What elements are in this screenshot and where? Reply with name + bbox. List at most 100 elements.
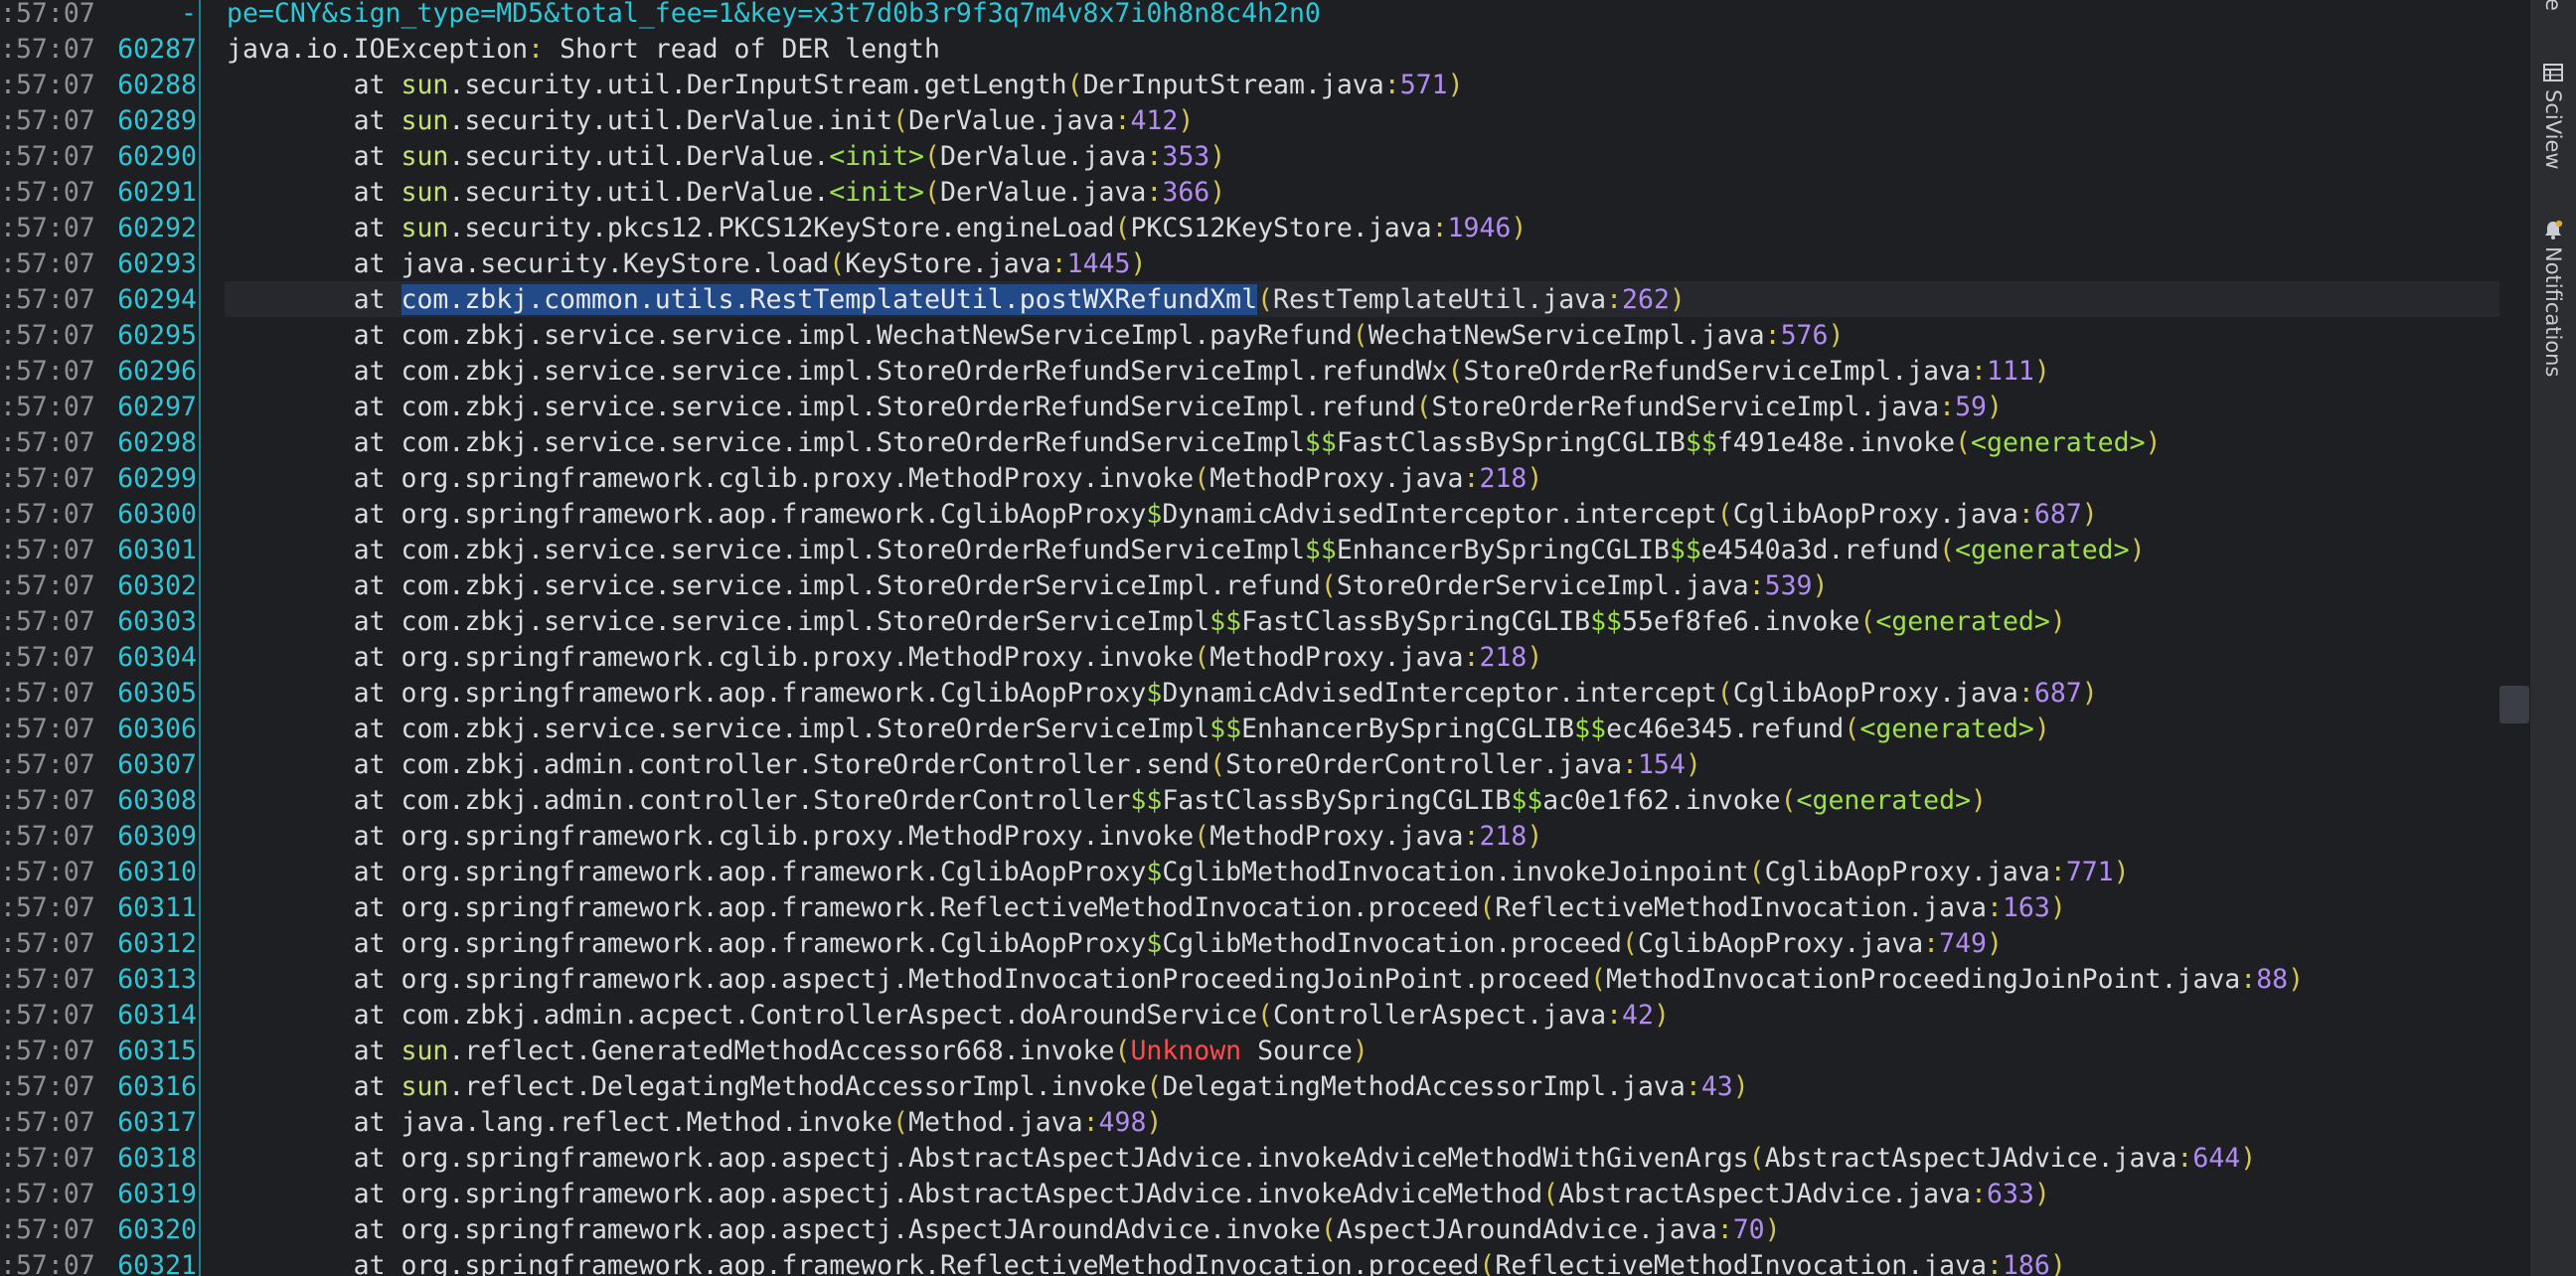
log-line[interactable]: :57:07] 60299 at org.springframework.cgli… <box>0 460 2529 496</box>
line-number: 60309 <box>117 820 197 852</box>
log-token: ( <box>1859 605 1876 637</box>
sciview-label: SciView <box>2541 89 2565 170</box>
log-token: ( <box>1066 69 1083 100</box>
log-line-text: at com.zbkj.service.service.impl.WechatN… <box>225 317 2499 353</box>
tool-window-fragment[interactable]: e <box>2530 0 2576 11</box>
log-line[interactable]: :57:07] - pe=CNY&sign_type=MD5&total_fee=1… <box>0 0 2529 31</box>
log-token: 412 <box>1130 104 1179 136</box>
log-line[interactable]: :57:07] 60297 at com.zbkj.service.service… <box>0 389 2529 424</box>
log-token: 353 <box>1162 140 1210 172</box>
log-token: ( <box>924 140 940 172</box>
log-timestamp: :57:07] <box>0 1249 99 1276</box>
log-token: 366 <box>1162 176 1210 208</box>
log-line[interactable]: :57:07] 60298 at com.zbkj.service.service… <box>0 424 2529 460</box>
log-line[interactable]: :57:07] 60316 at sun.reflect.DelegatingMe… <box>0 1068 2529 1104</box>
log-line[interactable]: :57:07] 60307 at com.zbkj.admin.controlle… <box>0 746 2529 782</box>
log-line[interactable]: :57:07] 60294 at com.zbkj.common.utils.Re… <box>0 281 2529 317</box>
log-token: at com.zbkj.admin.controller.StoreOrderC… <box>227 748 1210 780</box>
line-number: 60317 <box>117 1106 197 1138</box>
log-timestamp: :57:07] <box>0 247 99 279</box>
log-token: : <box>1939 391 1956 422</box>
line-number: 60300 <box>117 498 197 530</box>
line-number: 60305 <box>117 677 197 709</box>
log-line[interactable]: :57:07] 60304 at org.springframework.cgli… <box>0 639 2529 675</box>
log-token: ) <box>2081 498 2098 530</box>
log-token: ) <box>1986 391 2003 422</box>
log-console-editor[interactable]: :57:07] - pe=CNY&sign_type=MD5&total_fee=1… <box>0 0 2529 1276</box>
log-line-text: at sun .security.util.DerValue. <init>(Der… <box>225 174 2499 210</box>
log-timestamp: :57:07] <box>0 1106 99 1138</box>
log-token: at org.springframework.aop.framework.Ref… <box>227 891 1480 923</box>
log-line[interactable]: :57:07] 60317 at java.lang.reflect.Method… <box>0 1104 2529 1140</box>
log-line-text: at org.springframework.aop.aspectj.Aspec… <box>225 1211 2499 1247</box>
log-token: : <box>1986 891 2003 923</box>
log-line[interactable]: :57:07] 60288 at sun.security.util.DerInp… <box>0 67 2529 102</box>
log-token: ) <box>1732 1070 1749 1102</box>
log-token: .security.util.DerValue. <box>448 140 830 172</box>
log-line[interactable]: :57:07] 60314 at com.zbkj.admin.acpect.Co… <box>0 997 2529 1033</box>
log-line-text: at com.zbkj.service.service.impl.StoreOr… <box>225 603 2499 639</box>
log-line[interactable]: :57:07] 60311 at org.springframework.aop.… <box>0 889 2529 925</box>
log-token: at com.zbkj.service.service.impl.StoreOr… <box>227 355 1448 387</box>
log-line[interactable]: :57:07] 60306 at com.zbkj.service.service… <box>0 711 2529 746</box>
log-token: : <box>2017 677 2034 709</box>
log-line-text: at com.zbkj.common.utils.RestTemplateUti… <box>225 281 2499 317</box>
log-token: 43 <box>1700 1070 1733 1102</box>
log-line[interactable]: :57:07] 60291 at sun.security.util.DerVal… <box>0 174 2529 210</box>
log-line[interactable]: :57:07] 60303 at com.zbkj.service.service… <box>0 603 2529 639</box>
log-line[interactable]: :57:07] 60305 at org.springframework.aop.… <box>0 675 2529 711</box>
log-token: CglibAopProxy.java <box>1732 498 2018 530</box>
line-number: 60290 <box>117 140 197 172</box>
log-line[interactable]: :57:07] 60319 at org.springframework.aop.… <box>0 1176 2529 1211</box>
log-line[interactable]: :57:07] 60295 at com.zbkj.service.service… <box>0 317 2529 353</box>
log-line[interactable]: :57:07] 60301 at com.zbkj.service.service… <box>0 532 2529 567</box>
log-token: DynamicAdvisedInterceptor.intercept <box>1162 498 1717 530</box>
table-grid-icon <box>2543 64 2563 81</box>
log-token: : <box>1716 1213 1733 1245</box>
log-timestamp: :57:07] <box>0 784 99 816</box>
log-token: at org.springframework.cglib.proxy.Metho… <box>227 820 1195 852</box>
log-line[interactable]: :57:07] 60309 at org.springframework.cgli… <box>0 818 2529 854</box>
log-line[interactable]: :57:07] 60318 at org.springframework.aop.… <box>0 1140 2529 1176</box>
log-token: 218 <box>1479 462 1528 494</box>
log-token: at org.springframework.cglib.proxy.Metho… <box>227 641 1195 673</box>
log-line[interactable]: :57:07] 60312 at org.springframework.aop.… <box>0 925 2529 961</box>
log-line[interactable]: :57:07] 60292 at sun.security.pkcs12.PKCS… <box>0 210 2529 245</box>
notifications-label: Notifications <box>2541 246 2565 378</box>
log-token: at <box>227 212 402 243</box>
notifications-tool-button[interactable]: Notifications <box>2530 219 2576 377</box>
log-token: 687 <box>2033 677 2082 709</box>
log-line-text: at org.springframework.cglib.proxy.Metho… <box>225 460 2499 496</box>
log-line[interactable]: :57:07] 60293 at java.security.KeyStore.l… <box>0 245 2529 281</box>
log-token: ( <box>1479 1249 1496 1276</box>
log-line[interactable]: :57:07] 60300 at org.springframework.aop.… <box>0 496 2529 532</box>
log-token: $$ <box>1590 605 1623 637</box>
sciview-tool-button[interactable]: SciView <box>2530 62 2576 170</box>
line-number: 60306 <box>117 713 197 744</box>
log-line[interactable]: :57:07] 60320 at org.springframework.aop.… <box>0 1211 2529 1247</box>
log-line[interactable]: :57:07] 60313 at org.springframework.aop.… <box>0 961 2529 997</box>
log-token: ( <box>1146 1070 1163 1102</box>
selected-text: com.zbkj.common.utils.RestTemplateUtil.p… <box>401 283 1258 315</box>
log-line[interactable]: :57:07] 60310 at org.springframework.aop.… <box>0 854 2529 889</box>
log-line[interactable]: :57:07] 60296 at com.zbkj.service.service… <box>0 353 2529 389</box>
log-line[interactable]: :57:07] 60289 at sun.security.util.DerVal… <box>0 102 2529 138</box>
log-token: WechatNewServiceImpl.java <box>1368 319 1765 351</box>
log-token: $$ <box>1685 426 1717 458</box>
log-line[interactable]: :57:07] 60290 at sun.security.util.DerVal… <box>0 138 2529 174</box>
log-token: ) <box>1812 569 1829 601</box>
log-token: ) <box>2240 1142 2257 1174</box>
log-token: at <box>227 69 402 100</box>
log-token: 1445 <box>1066 247 1131 279</box>
line-number: 60292 <box>117 212 197 243</box>
log-token: $$ <box>1209 605 1242 637</box>
log-line[interactable]: :57:07] 60302 at com.zbkj.service.service… <box>0 567 2529 603</box>
log-line[interactable]: :57:07] 60321 at org.springframework.aop.… <box>0 1247 2529 1276</box>
log-line[interactable]: :57:07] 60315 at sun.reflect.GeneratedMet… <box>0 1033 2529 1068</box>
log-line[interactable]: :57:07] 60287 java.io.IOException: Short r… <box>0 31 2529 67</box>
log-line[interactable]: :57:07] 60308 at com.zbkj.admin.controlle… <box>0 782 2529 818</box>
line-number: 60321 <box>117 1249 197 1276</box>
log-token: ( <box>1939 534 1956 565</box>
scrollbar-thumb[interactable] <box>2499 686 2529 723</box>
log-token: 154 <box>1637 748 1686 780</box>
